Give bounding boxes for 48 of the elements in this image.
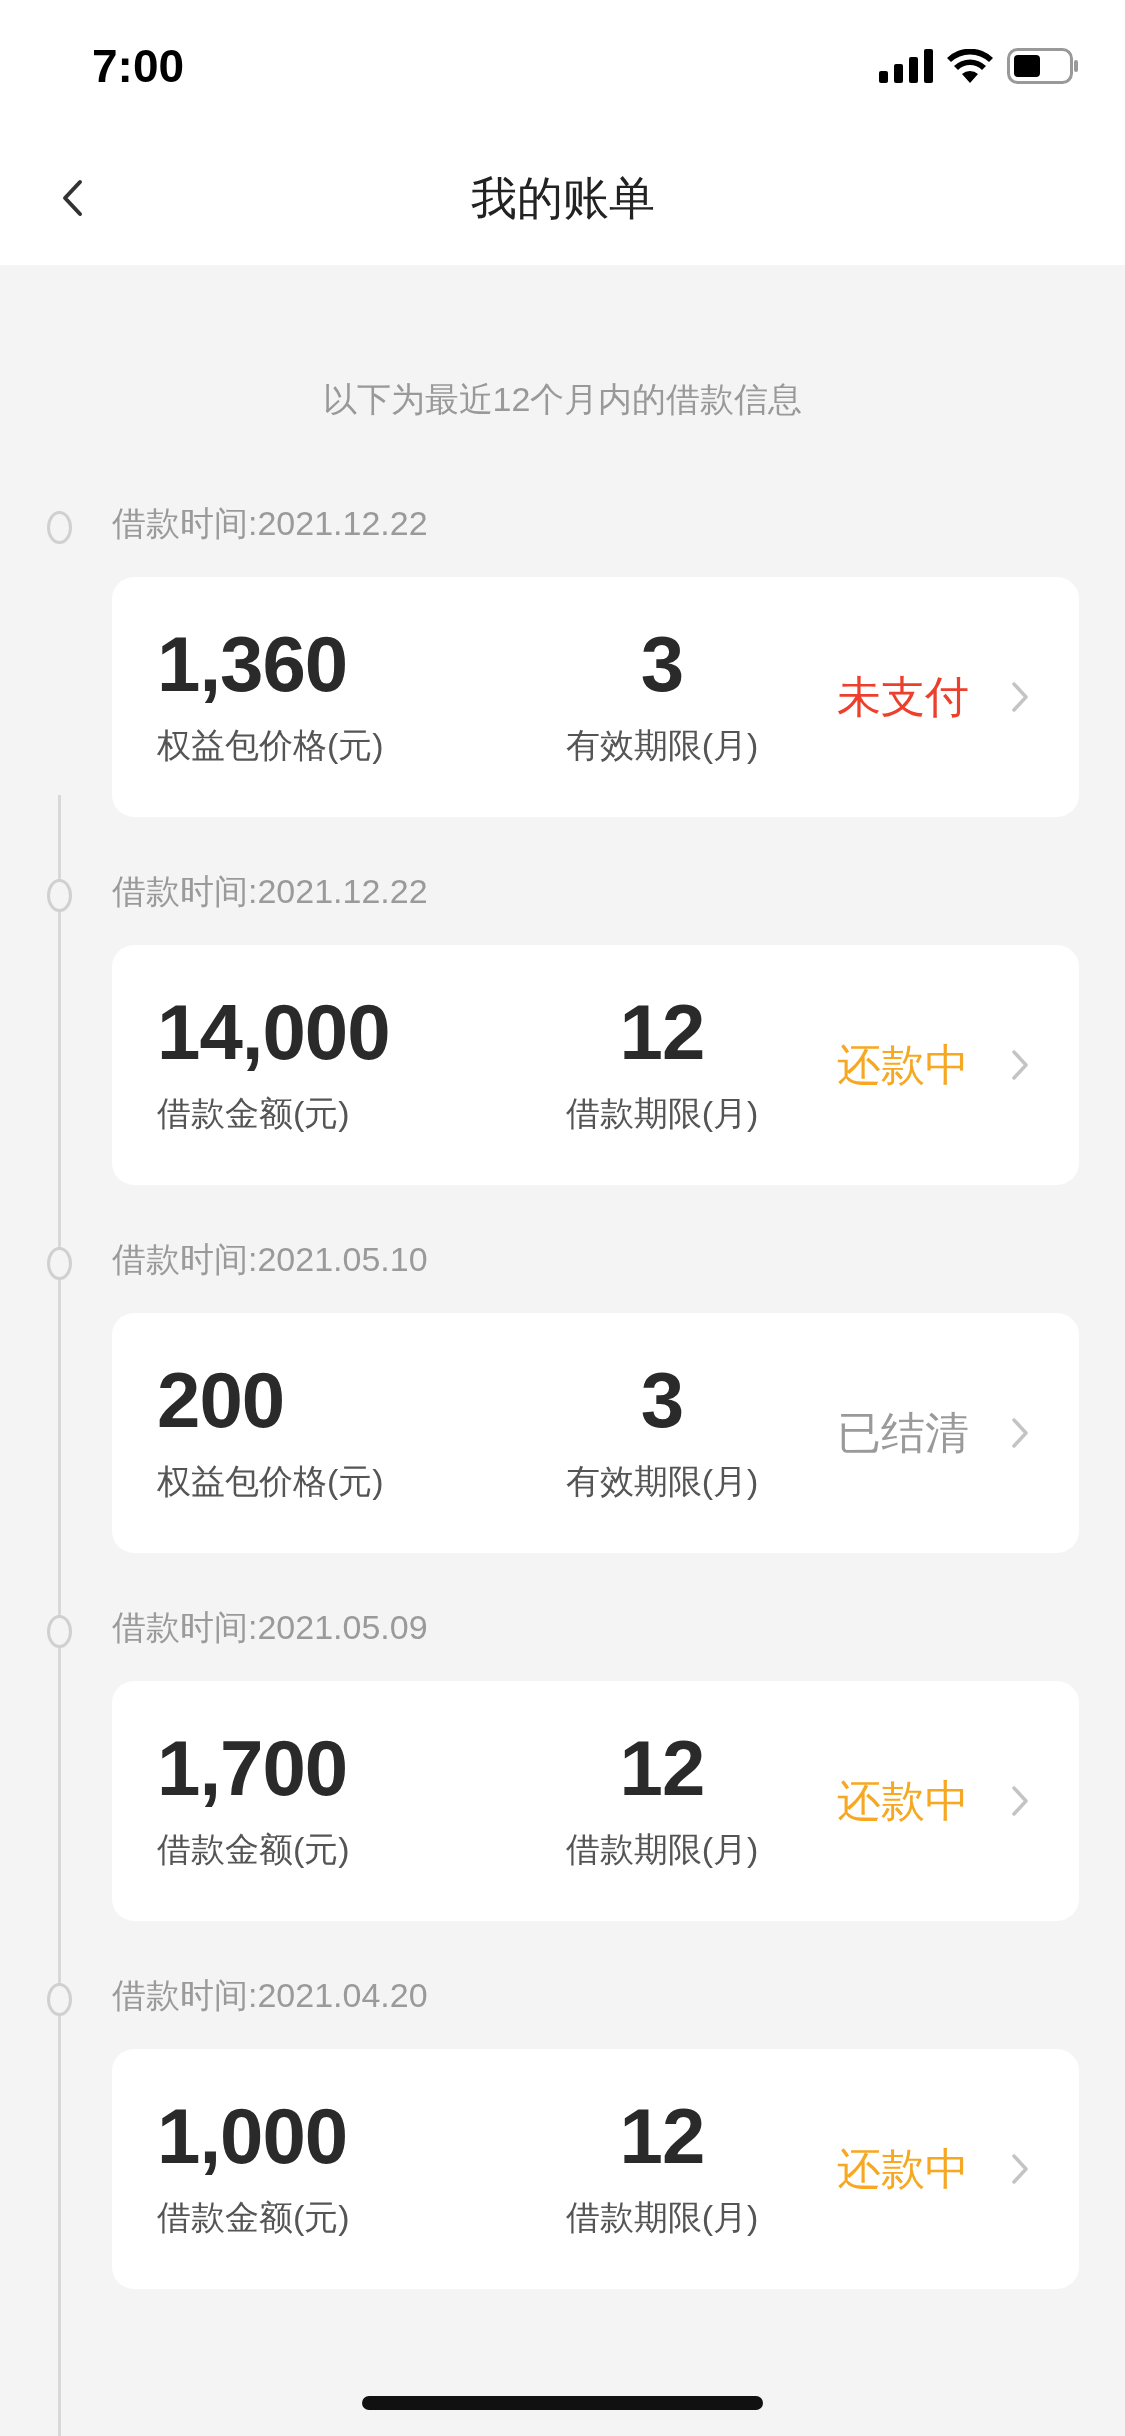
amount-label: 借款金额(元)	[157, 2197, 351, 2238]
wifi-icon	[947, 49, 993, 83]
loan-date: 借款时间:2021.04.20	[112, 1975, 428, 2016]
term-value: 3	[640, 1361, 684, 1439]
status-time: 7:00	[92, 39, 185, 93]
bill-status: 未支付	[837, 670, 970, 723]
term-value: 12	[619, 993, 705, 1071]
bill-card[interactable]: 1,700 借款金额(元) 12 借款期限(月) 还款中	[112, 1681, 1079, 1921]
term-label: 借款期限(月)	[565, 1093, 759, 1134]
amount-value: 200	[157, 1361, 286, 1439]
chevron-right-icon	[1011, 681, 1029, 713]
loan-date: 借款时间:2021.12.22	[112, 871, 428, 912]
signal-icon	[879, 49, 933, 83]
amount-label: 借款金额(元)	[157, 1093, 351, 1134]
loan-date: 借款时间:2021.05.09	[112, 1607, 428, 1648]
amount-value: 14,000	[157, 993, 391, 1071]
back-icon[interactable]	[60, 178, 84, 218]
chevron-right-icon	[1011, 1417, 1029, 1449]
term-value: 12	[619, 1729, 705, 1807]
bill-card[interactable]: 200 权益包价格(元) 3 有效期限(月) 已结清	[112, 1313, 1079, 1553]
term-value: 3	[640, 625, 684, 703]
battery-icon	[1007, 48, 1079, 84]
amount-value: 1,700	[157, 1729, 349, 1807]
timeline-dot-icon	[47, 511, 72, 544]
term-label: 有效期限(月)	[565, 725, 759, 766]
notice-text: 以下为最近12个月内的借款信息	[321, 379, 804, 420]
loan-date: 借款时间:2021.12.22	[112, 503, 428, 544]
bill-status: 还款中	[837, 2142, 970, 2195]
amount-value: 1,360	[157, 625, 349, 703]
chevron-right-icon	[1011, 1785, 1029, 1817]
page-title: 我的账单	[470, 170, 655, 226]
bill-status: 还款中	[837, 1038, 970, 1091]
amount-label: 权益包价格(元)	[157, 725, 385, 766]
bill-status: 已结清	[837, 1406, 970, 1459]
term-label: 借款期限(月)	[565, 2197, 759, 2238]
term-value: 12	[619, 2097, 705, 2175]
amount-label: 权益包价格(元)	[157, 1461, 385, 1502]
loan-date: 借款时间:2021.05.10	[112, 1239, 428, 1280]
bill-card[interactable]: 14,000 借款金额(元) 12 借款期限(月) 还款中	[112, 945, 1079, 1185]
bill-card[interactable]: 1,360 权益包价格(元) 3 有效期限(月) 未支付	[112, 577, 1079, 817]
chevron-right-icon	[1011, 1049, 1029, 1081]
amount-label: 借款金额(元)	[157, 1829, 351, 1870]
chevron-right-icon	[1011, 2153, 1029, 2185]
term-label: 借款期限(月)	[565, 1829, 759, 1870]
amount-value: 1,000	[157, 2097, 349, 2175]
bill-card[interactable]: 1,000 借款金额(元) 12 借款期限(月) 还款中	[112, 2049, 1079, 2289]
term-label: 有效期限(月)	[565, 1461, 759, 1502]
bill-status: 还款中	[837, 1774, 970, 1827]
